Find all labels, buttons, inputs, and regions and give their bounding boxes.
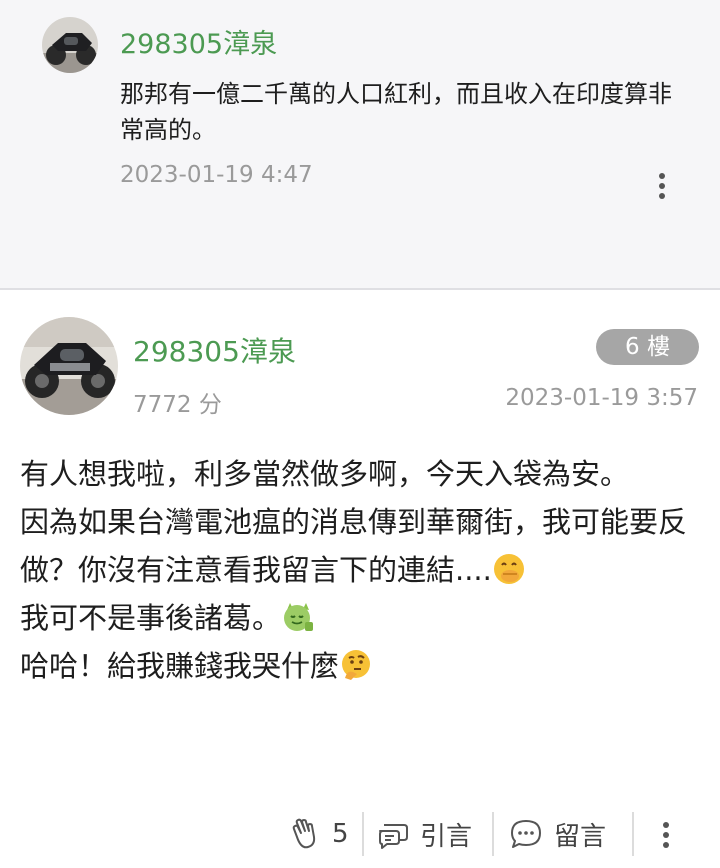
quote-label: 引言 — [420, 821, 473, 852]
post-author[interactable]: 298305漳泉 — [133, 330, 296, 370]
post-line-text: 因為如果台灣電池瘟的消息傳到華爾街，我可能要反做？你沒有注意看我留言下的連結..… — [20, 505, 688, 587]
post-line: 哈哈！給我賺錢我哭什麼 — [20, 642, 690, 690]
reply-time: 2023-01-19 4:47 — [120, 162, 313, 188]
green-devil-thumbs-up-icon — [281, 600, 315, 634]
quote-button[interactable]: 引言 — [376, 806, 472, 862]
post-line: 我可不是事後諸葛。 — [20, 594, 690, 642]
post-content: 有人想我啦，利多當然做多啊，今天入袋為安。 因為如果台灣電池瘟的消息傳到華爾街，… — [20, 450, 690, 690]
clap-button[interactable]: 5 — [288, 806, 349, 862]
post-avatar[interactable] — [20, 317, 118, 415]
reply-text: 那邦有一億二千萬的人口紅利，而且收入在印度算非常高的。 — [120, 80, 672, 144]
post-line-text: 哈哈！給我賺錢我哭什麼 — [20, 649, 340, 683]
action-separator — [362, 812, 364, 856]
author-score: 7772 分 — [133, 392, 222, 418]
reply-comment: 298305漳泉 那邦有一億二千萬的人口紅利，而且收入在印度算非常高的。 202… — [0, 0, 720, 288]
post-line: 有人想我啦，利多當然做多啊，今天入袋為安。 — [20, 457, 630, 491]
post-line-text: 我可不是事後諸葛。 — [20, 601, 282, 635]
comment-label: 留言 — [554, 821, 607, 852]
quote-bubble-icon — [379, 824, 408, 849]
comment-bubble-icon — [511, 820, 541, 848]
clap-count: 5 — [332, 819, 349, 849]
post-line: 因為如果台灣電池瘟的消息傳到華爾街，我可能要反做？你沒有注意看我留言下的連結..… — [20, 498, 690, 594]
more-vertical-icon[interactable] — [656, 173, 668, 199]
reply-avatar[interactable] — [42, 17, 98, 73]
reply-author[interactable]: 298305漳泉 — [120, 22, 277, 61]
comment-button[interactable]: 留言 — [508, 806, 606, 862]
post-action-bar: 5 引言 留言 — [0, 806, 720, 862]
post-time: 2023-01-19 3:57 — [505, 385, 698, 411]
clap-hands-icon — [292, 818, 316, 849]
more-vertical-icon[interactable] — [660, 822, 672, 848]
face-with-hand-over-mouth-icon — [492, 552, 526, 586]
floor-post: 298305漳泉 6 樓 7772 分 2023-01-19 3:57 有人想我… — [0, 290, 720, 868]
action-separator — [632, 812, 634, 856]
thinking-face-icon — [339, 648, 373, 682]
floor-badge: 6 樓 — [596, 329, 699, 365]
action-separator — [492, 812, 494, 856]
